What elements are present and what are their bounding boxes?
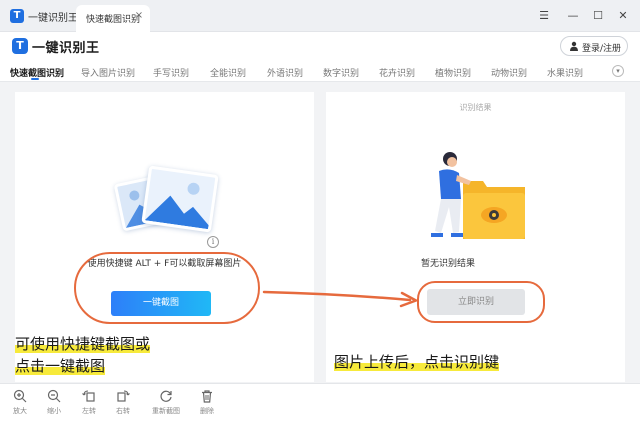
app-icon: T xyxy=(10,9,24,23)
mode-tab-plants[interactable]: 植物识别 xyxy=(435,66,471,79)
chevron-down-icon[interactable]: ▾ xyxy=(612,65,624,77)
annotation-caption-right: 图片上传后，点击识别键 xyxy=(334,353,500,371)
result-panel: 识别结果 暂无识别结果 立即识别 xyxy=(326,92,625,382)
app-title: 一键识别王 xyxy=(28,13,78,24)
logo-icon: T xyxy=(12,38,28,54)
mode-tab-import-image[interactable]: 导入图片识别 xyxy=(81,66,135,79)
info-icon[interactable]: i xyxy=(207,236,219,248)
delete-button[interactable]: 删除 xyxy=(187,389,227,421)
mode-tab-flowers[interactable]: 花卉识别 xyxy=(379,66,415,79)
recapture-label: 重新截图 xyxy=(152,407,180,415)
trash-icon xyxy=(202,390,212,403)
tab-label: 快速截图识别 xyxy=(86,15,141,25)
rotate-left-icon xyxy=(82,390,95,402)
rotate-right-button[interactable]: 右转 xyxy=(103,389,143,421)
rotate-right-icon xyxy=(117,390,130,402)
mode-tab-foreign-language[interactable]: 外语识别 xyxy=(267,66,303,79)
title-bar: T 一键识别王 快速截图识别 × ☰ — ☐ ✕ xyxy=(0,0,640,32)
menu-icon[interactable]: ☰ xyxy=(537,9,551,23)
zoom-out-button[interactable]: 缩小 xyxy=(34,389,74,421)
annotation-oval-right xyxy=(417,281,545,323)
rotate-right-label: 右转 xyxy=(116,407,130,415)
zoom-out-label: 缩小 xyxy=(47,407,61,415)
result-header: 识别结果 xyxy=(459,103,492,112)
no-result-text: 暂无识别结果 xyxy=(420,259,475,269)
minimize-icon[interactable]: — xyxy=(566,9,580,23)
annotation-caption-left-1: 可使用快捷键截图或 xyxy=(15,335,151,353)
active-tab-indicator xyxy=(31,78,39,80)
login-button[interactable]: 登录/注册 xyxy=(560,36,628,56)
annotation-caption-left-2: 点击一键截图 xyxy=(15,357,106,375)
mode-tab-animals[interactable]: 动物识别 xyxy=(491,66,527,79)
person-folder-illustration xyxy=(431,152,525,239)
close-icon[interactable]: ✕ xyxy=(616,9,630,23)
image-placeholder-icon xyxy=(141,165,219,233)
zoom-in-icon xyxy=(13,389,27,403)
mode-tab-all-purpose[interactable]: 全能识别 xyxy=(210,66,246,79)
refresh-icon xyxy=(160,390,172,402)
recapture-button[interactable]: 重新截图 xyxy=(146,389,186,421)
annotation-oval-left xyxy=(74,252,260,324)
mode-tab-digits[interactable]: 数字识别 xyxy=(323,66,359,79)
mode-tab-handwriting[interactable]: 手写识别 xyxy=(153,66,189,79)
mode-tabs: 快速截图识别 导入图片识别 手写识别 全能识别 外语识别 数字识别 花卉识别 植… xyxy=(0,60,640,82)
logo-text: 一键识别王 xyxy=(32,41,100,56)
tab-close-icon[interactable]: × xyxy=(134,11,144,21)
zoom-out-icon xyxy=(47,389,61,403)
annotation-arrow-icon xyxy=(262,290,418,308)
bottom-toolbar: 放大 缩小 左转 右转 重新截图 删除 xyxy=(0,383,640,425)
login-label: 登录/注册 xyxy=(582,44,622,54)
user-icon xyxy=(570,41,578,51)
mode-tab-fruits[interactable]: 水果识别 xyxy=(547,66,583,79)
maximize-icon[interactable]: ☐ xyxy=(591,9,605,23)
delete-label: 删除 xyxy=(200,407,214,415)
app-header: T 一键识别王 登录/注册 xyxy=(0,32,640,60)
